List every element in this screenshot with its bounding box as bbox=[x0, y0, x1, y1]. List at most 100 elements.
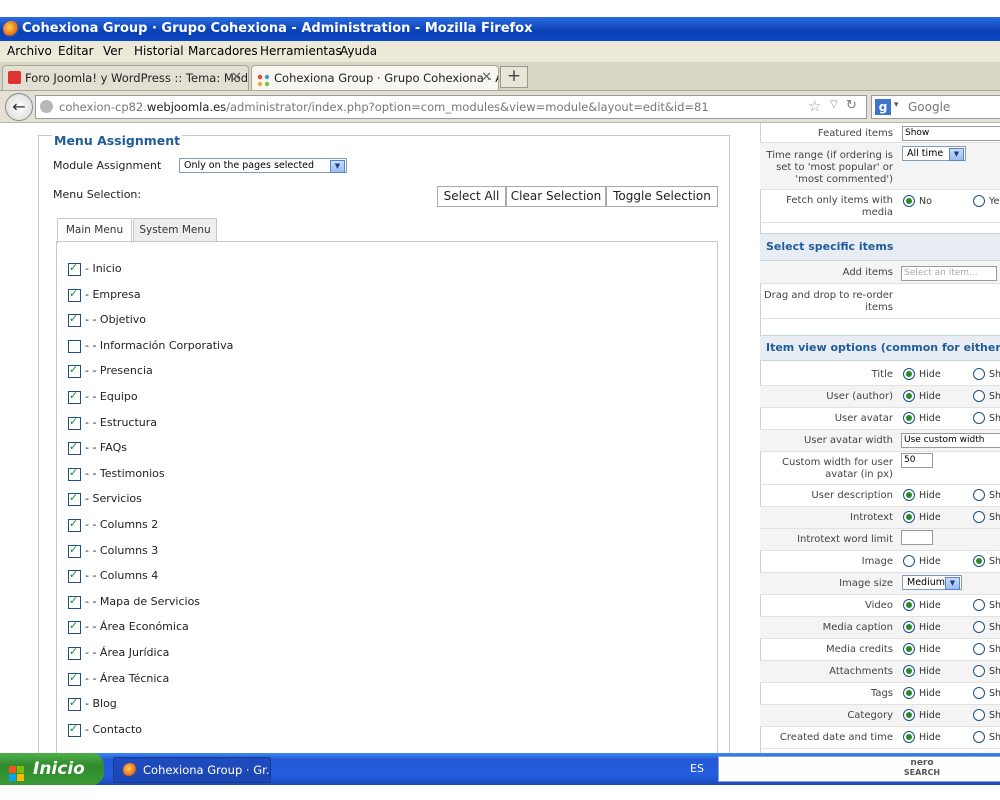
nero-search-box[interactable]: nero SEARCH bbox=[718, 756, 1000, 782]
menu-item-checkbox[interactable] bbox=[68, 543, 81, 558]
fetch-only-no-radio[interactable] bbox=[903, 195, 915, 207]
hide-radio[interactable] bbox=[903, 368, 915, 380]
tab-cohexiona[interactable]: Cohexiona Group · Grupo Cohexiona - A...… bbox=[251, 65, 499, 90]
show-radio[interactable] bbox=[973, 368, 985, 380]
show-radio[interactable] bbox=[973, 412, 985, 424]
show-radio[interactable] bbox=[973, 599, 985, 611]
hide-radio[interactable] bbox=[903, 511, 915, 523]
module-assignment-select[interactable]: Only on the pages selected ▼ bbox=[179, 158, 347, 173]
menu-item-checkbox[interactable] bbox=[68, 440, 81, 455]
show-radio[interactable] bbox=[973, 621, 985, 633]
menu-archivo[interactable]: Archivo bbox=[7, 41, 52, 62]
image-show-radio[interactable] bbox=[973, 555, 985, 567]
time-range-select[interactable]: All time ▼ bbox=[902, 146, 966, 161]
close-icon[interactable]: ✕ bbox=[481, 66, 492, 90]
menu-item-checkbox[interactable] bbox=[68, 696, 81, 711]
menu-item-checkbox[interactable] bbox=[68, 389, 81, 404]
menu-item-checkbox[interactable] bbox=[68, 363, 81, 378]
search-bar[interactable]: g ▾ Google bbox=[871, 95, 1000, 119]
bookmark-star-icon[interactable]: ☆ bbox=[808, 97, 821, 115]
menu-item-checkbox[interactable] bbox=[68, 261, 81, 276]
close-icon[interactable]: ✕ bbox=[231, 66, 242, 90]
show-radio[interactable] bbox=[973, 489, 985, 501]
tab-main-menu[interactable]: Main Menu bbox=[57, 218, 132, 243]
image-size-select[interactable]: Medium ▼ bbox=[902, 575, 962, 590]
menu-item-checkbox[interactable] bbox=[68, 466, 81, 481]
option-label: User description bbox=[811, 490, 893, 501]
google-icon: g bbox=[875, 99, 891, 115]
drag-drop-label: Drag and drop to re-order items bbox=[764, 290, 893, 314]
menu-item-checkbox[interactable] bbox=[68, 645, 81, 660]
show-radio[interactable] bbox=[973, 687, 985, 699]
custom-width-input[interactable]: 50 bbox=[901, 453, 933, 468]
menu-item-checkbox[interactable] bbox=[68, 415, 81, 430]
option-row: User avatar Hide Sh bbox=[760, 408, 1000, 430]
featured-items-select[interactable]: Show bbox=[902, 126, 1000, 141]
history-dropdown-icon[interactable]: ▽ bbox=[830, 99, 838, 110]
menu-item-checkbox[interactable] bbox=[68, 491, 81, 506]
image-size-label: Image size bbox=[839, 578, 893, 589]
hide-radio[interactable] bbox=[903, 489, 915, 501]
start-button[interactable]: Inicio bbox=[0, 753, 104, 785]
show-radio[interactable] bbox=[973, 643, 985, 655]
menu-item-checkbox[interactable] bbox=[68, 287, 81, 302]
url-domain: webjoomla.es bbox=[146, 100, 227, 114]
menu-marcadores[interactable]: Marcadores bbox=[188, 41, 258, 62]
add-items-input[interactable]: Select an item... bbox=[901, 266, 997, 281]
show-radio[interactable] bbox=[973, 390, 985, 402]
language-indicator[interactable]: ES bbox=[690, 753, 704, 785]
menu-item-checkbox[interactable] bbox=[68, 722, 81, 737]
foro-favicon-icon bbox=[8, 71, 21, 84]
featured-items-row: Featured items Show bbox=[760, 123, 1000, 143]
show-label: Sh bbox=[989, 512, 1000, 523]
fetch-only-label: Fetch only items with media bbox=[786, 195, 893, 219]
hide-radio[interactable] bbox=[903, 621, 915, 633]
menu-ayuda[interactable]: Ayuda bbox=[340, 41, 377, 62]
toggle-selection-button[interactable]: Toggle Selection bbox=[606, 186, 718, 207]
hide-radio[interactable] bbox=[903, 687, 915, 699]
menu-item-checkbox[interactable] bbox=[68, 619, 81, 634]
show-radio[interactable] bbox=[973, 731, 985, 743]
hide-radio[interactable] bbox=[903, 731, 915, 743]
show-label: Sh bbox=[989, 622, 1000, 633]
select-all-button[interactable]: Select All bbox=[437, 186, 506, 207]
hide-radio[interactable] bbox=[903, 599, 915, 611]
hide-radio[interactable] bbox=[903, 643, 915, 655]
clear-selection-button[interactable]: Clear Selection bbox=[506, 186, 606, 207]
tab-system-menu[interactable]: System Menu bbox=[133, 218, 217, 242]
chevron-down-icon: ▼ bbox=[945, 577, 960, 590]
hide-radio[interactable] bbox=[903, 709, 915, 721]
top-strip bbox=[0, 0, 1000, 17]
fetch-only-yes-radio[interactable] bbox=[973, 195, 985, 207]
taskbar-firefox-window[interactable]: Cohexiona Group · Gr... bbox=[113, 757, 271, 783]
menu-editar[interactable]: Editar bbox=[58, 41, 94, 62]
hide-radio[interactable] bbox=[903, 665, 915, 677]
reload-icon[interactable]: ↻ bbox=[846, 98, 857, 113]
user-avatar-width-select[interactable]: Use custom width bbox=[901, 433, 1000, 448]
introtext-limit-input[interactable] bbox=[901, 530, 933, 545]
search-engine-dropdown-icon[interactable]: ▾ bbox=[894, 100, 899, 110]
menu-herramientas[interactable]: Herramientas bbox=[260, 41, 342, 62]
menu-item-label: - - Equipo bbox=[85, 390, 138, 403]
menu-item-checkbox[interactable] bbox=[68, 517, 81, 532]
hide-radio[interactable] bbox=[903, 390, 915, 402]
image-hide-radio[interactable] bbox=[903, 555, 915, 567]
menu-item-checkbox[interactable] bbox=[68, 340, 81, 353]
show-radio[interactable] bbox=[973, 665, 985, 677]
hide-label: Hide bbox=[919, 490, 941, 501]
url-bar[interactable]: cohexion-cp82.webjoomla.es/administrator… bbox=[35, 95, 867, 119]
new-tab-button[interactable]: + bbox=[500, 66, 528, 88]
show-radio[interactable] bbox=[973, 511, 985, 523]
option-label: User avatar bbox=[834, 413, 893, 424]
hide-radio[interactable] bbox=[903, 412, 915, 424]
back-button[interactable]: ← bbox=[5, 93, 33, 121]
menu-ver[interactable]: Ver bbox=[103, 41, 123, 62]
menu-item-checkbox[interactable] bbox=[68, 568, 81, 583]
menu-item-checkbox[interactable] bbox=[68, 312, 81, 327]
tab-foro-joomla[interactable]: Foro Joomla! y WordPress :: Tema: Mod...… bbox=[2, 65, 249, 90]
taskbar: Inicio Cohexiona Group · Gr... ES nero S… bbox=[0, 753, 1000, 785]
menu-historial[interactable]: Historial bbox=[134, 41, 184, 62]
menu-item-checkbox[interactable] bbox=[68, 671, 81, 686]
show-radio[interactable] bbox=[973, 709, 985, 721]
menu-item-checkbox[interactable] bbox=[68, 594, 81, 609]
